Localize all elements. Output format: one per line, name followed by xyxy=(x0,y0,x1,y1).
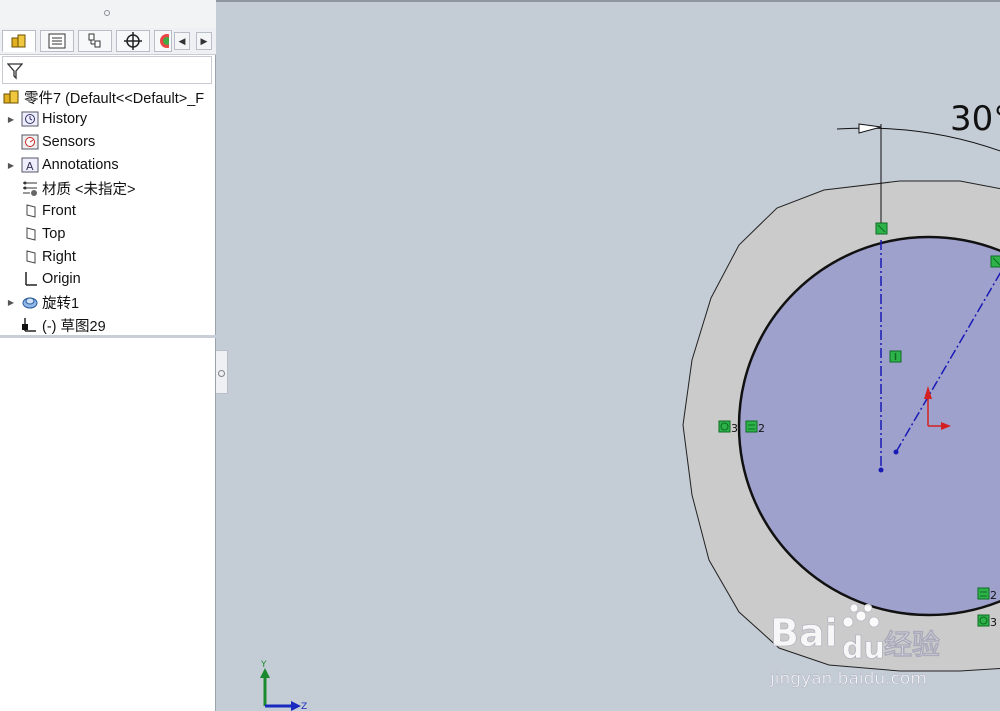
relation-count-label: 3 xyxy=(731,422,738,435)
crosshair-icon xyxy=(124,32,142,50)
tree-item-label: 旋转1 xyxy=(42,295,80,312)
coincident-relation-icon[interactable] xyxy=(875,222,888,235)
plane-icon xyxy=(20,202,40,220)
watermark-jingyan: 经验 xyxy=(884,628,940,661)
configuration-manager-icon xyxy=(88,33,101,48)
triad-y-label: Y xyxy=(260,660,267,670)
feature-manager-panel: ◀ ▶ 零件7 (Default<<Default>_F ▶ History S… xyxy=(0,0,216,711)
origin-icon xyxy=(20,270,40,288)
equal-relation-icon[interactable] xyxy=(745,420,758,433)
tree-root-part[interactable]: 零件7 (Default<<Default>_F xyxy=(2,86,204,108)
tab-scroll-left-icon[interactable]: ◀ xyxy=(174,32,190,50)
display-manager-icon xyxy=(160,34,169,48)
concentric-relation-icon[interactable] xyxy=(718,420,731,433)
coincident-relation-icon[interactable] xyxy=(990,255,1000,268)
sensors-icon xyxy=(20,133,40,151)
tree-item-label: 材质 <未指定> xyxy=(42,181,136,198)
tab-dimxpert-manager[interactable] xyxy=(116,30,150,52)
relation-count-label: 3 xyxy=(990,616,997,629)
tree-item-label: Sensors xyxy=(42,134,96,150)
tree-item-label: (-) 草图29 xyxy=(42,318,106,335)
tree-item-right-plane[interactable]: Right xyxy=(20,246,76,268)
tree-item-front-plane[interactable]: Front xyxy=(20,200,76,222)
property-manager-icon xyxy=(48,33,66,49)
tab-configuration-manager[interactable] xyxy=(78,30,112,52)
equal-relation-icon[interactable] xyxy=(977,587,990,600)
reference-triad: Y Z xyxy=(260,660,307,711)
tree-item-label: Front xyxy=(42,203,76,219)
relation-count-label: 2 xyxy=(990,589,997,602)
centerline-endpoint[interactable] xyxy=(878,467,884,473)
tab-property-manager[interactable] xyxy=(40,30,74,52)
paw-logo-icon xyxy=(842,603,880,628)
tree-item-annotations[interactable]: ▶ A Annotations xyxy=(6,154,119,176)
concentric-relation-icon[interactable] xyxy=(977,614,990,627)
expand-arrow-icon[interactable]: ▶ xyxy=(6,298,16,307)
tree-item-sensors[interactable]: Sensors xyxy=(20,131,95,153)
feature-manager-icon xyxy=(11,34,26,48)
panel-divider xyxy=(0,335,216,338)
baidu-jingyan-watermark: Bai du 经验 jingyan.baidu.com xyxy=(769,598,970,698)
expand-arrow-icon[interactable]: ▶ xyxy=(6,115,16,124)
panel-header xyxy=(0,0,216,29)
tree-item-label: Top xyxy=(42,226,66,242)
watermark-du: du xyxy=(842,631,885,666)
svg-text:A: A xyxy=(26,160,34,173)
revolve-icon xyxy=(20,293,40,311)
tree-item-material[interactable]: 材质 <未指定> xyxy=(20,177,135,199)
plane-icon xyxy=(20,248,40,266)
tab-scroll-right-icon[interactable]: ▶ xyxy=(196,32,212,50)
expand-arrow-icon[interactable]: ▶ xyxy=(6,161,16,170)
tree-item-top-plane[interactable]: Top xyxy=(20,223,65,245)
tree-item-history[interactable]: ▶ History xyxy=(6,108,87,130)
sketch-icon xyxy=(20,316,40,334)
centerline-endpoint[interactable] xyxy=(893,449,899,455)
tree-item-sketch[interactable]: (-) 草图29 xyxy=(20,314,106,336)
history-icon xyxy=(20,110,40,128)
part-icon xyxy=(2,88,22,106)
tab-display-manager[interactable] xyxy=(154,30,172,52)
plane-icon xyxy=(20,225,40,243)
triad-z-label: Z xyxy=(301,702,307,711)
watermark-url: jingyan.baidu.com xyxy=(770,669,927,689)
tree-item-revolve[interactable]: ▶ 旋转1 xyxy=(6,291,79,313)
panel-grip-icon[interactable] xyxy=(104,10,110,16)
annotations-icon: A xyxy=(20,156,40,174)
tree-item-origin[interactable]: Origin xyxy=(20,268,81,290)
vertical-relation-icon[interactable] xyxy=(889,350,902,363)
tree-root-label: 零件7 (Default<<Default>_F xyxy=(24,90,205,107)
tree-filter[interactable] xyxy=(2,56,212,84)
tree-item-label: History xyxy=(42,111,88,127)
tree-item-label: Right xyxy=(42,249,76,265)
tab-feature-manager[interactable] xyxy=(2,30,36,52)
watermark-bai: Bai xyxy=(770,611,838,655)
filter-icon xyxy=(7,63,23,80)
angle-dimension-value[interactable]: 30° xyxy=(950,99,1000,139)
relation-count-label: 2 xyxy=(758,422,765,435)
tree-item-label: Origin xyxy=(42,271,81,287)
material-icon xyxy=(20,179,40,197)
manager-tabs: ◀ ▶ xyxy=(0,28,216,55)
tree-item-label: Annotations xyxy=(42,157,119,173)
